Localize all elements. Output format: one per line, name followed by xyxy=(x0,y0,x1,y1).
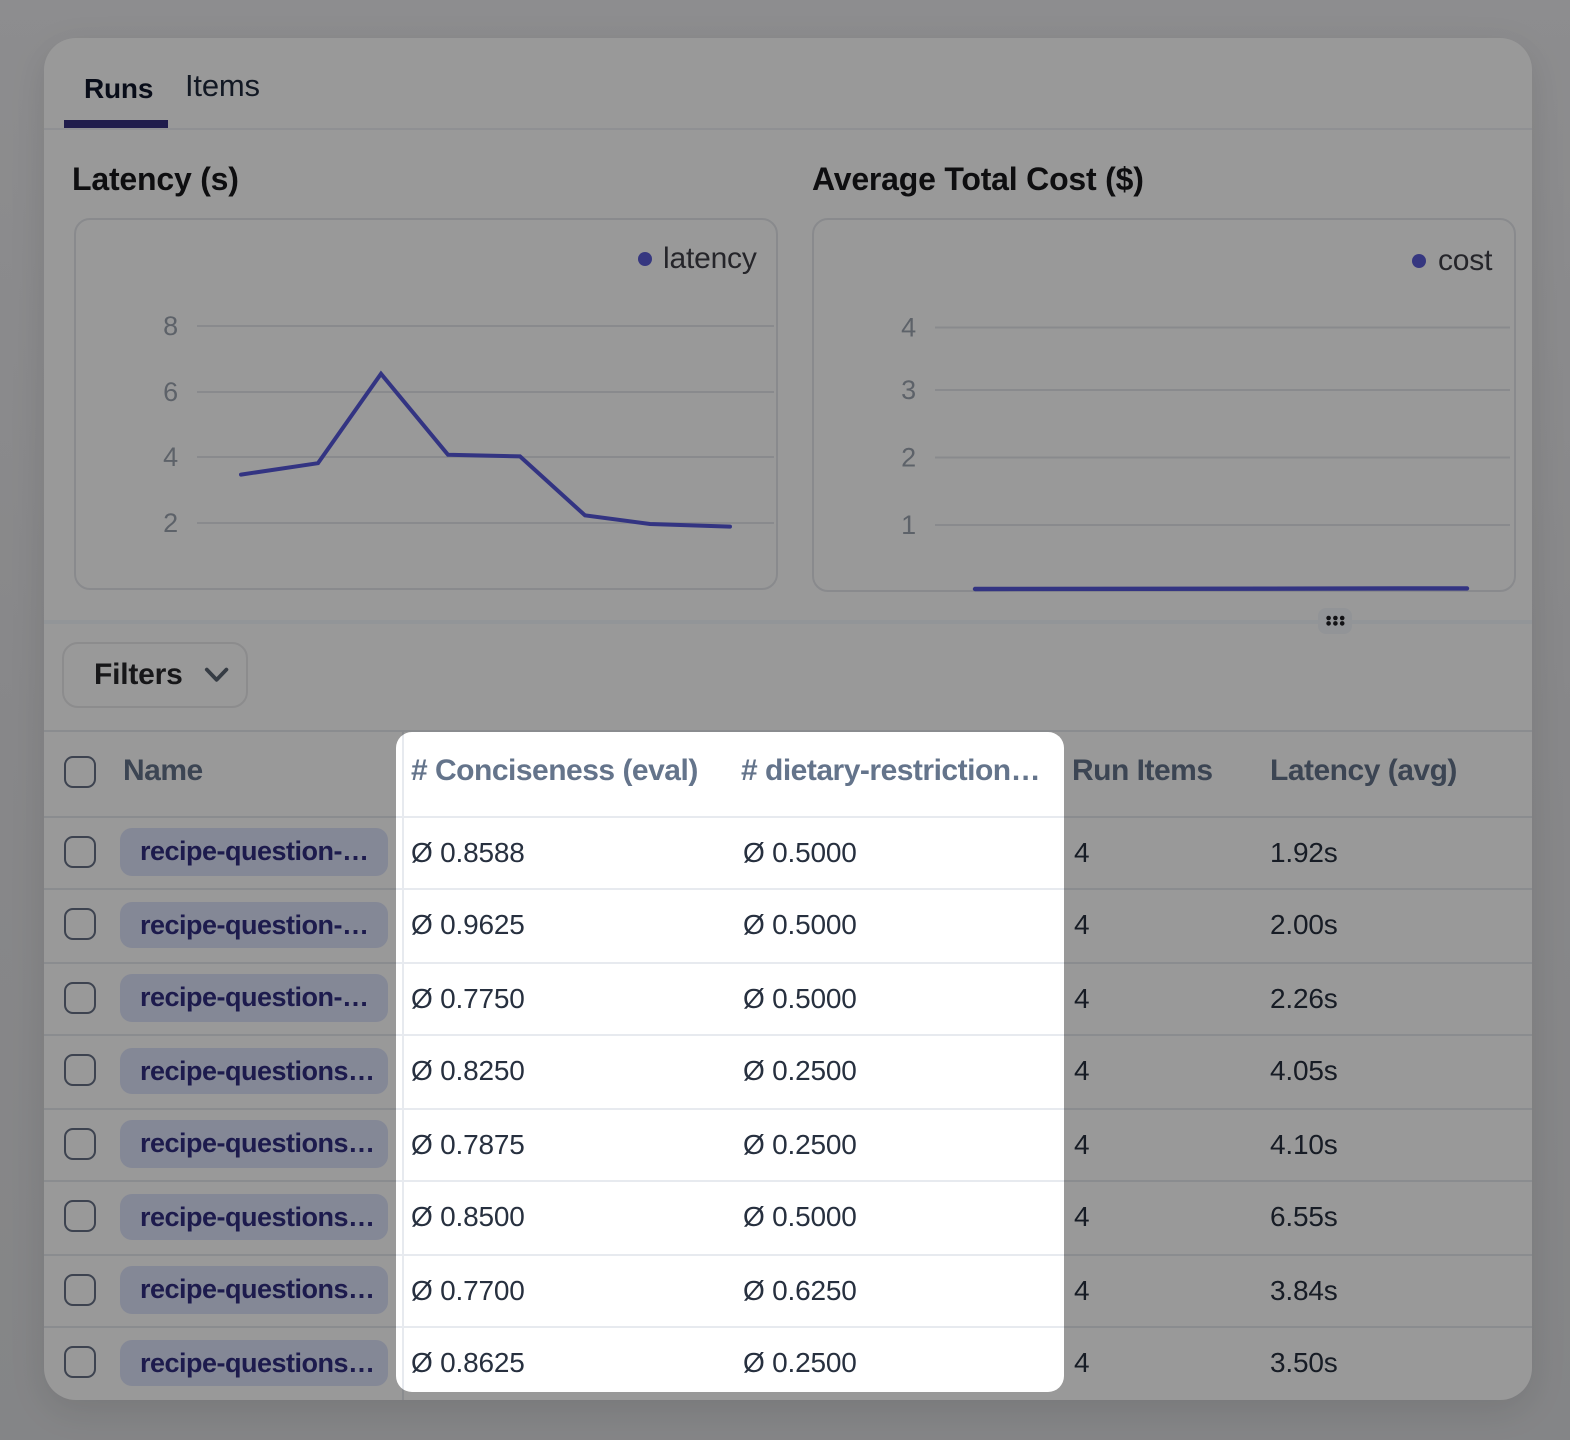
svg-text:8: 8 xyxy=(163,311,178,341)
svg-text:3: 3 xyxy=(901,375,916,405)
svg-text:1: 1 xyxy=(901,510,916,540)
svg-text:4: 4 xyxy=(901,313,916,343)
svg-text:4: 4 xyxy=(163,442,178,472)
svg-text:2: 2 xyxy=(163,508,178,538)
svg-text:2: 2 xyxy=(901,443,916,473)
svg-text:6: 6 xyxy=(163,377,178,407)
